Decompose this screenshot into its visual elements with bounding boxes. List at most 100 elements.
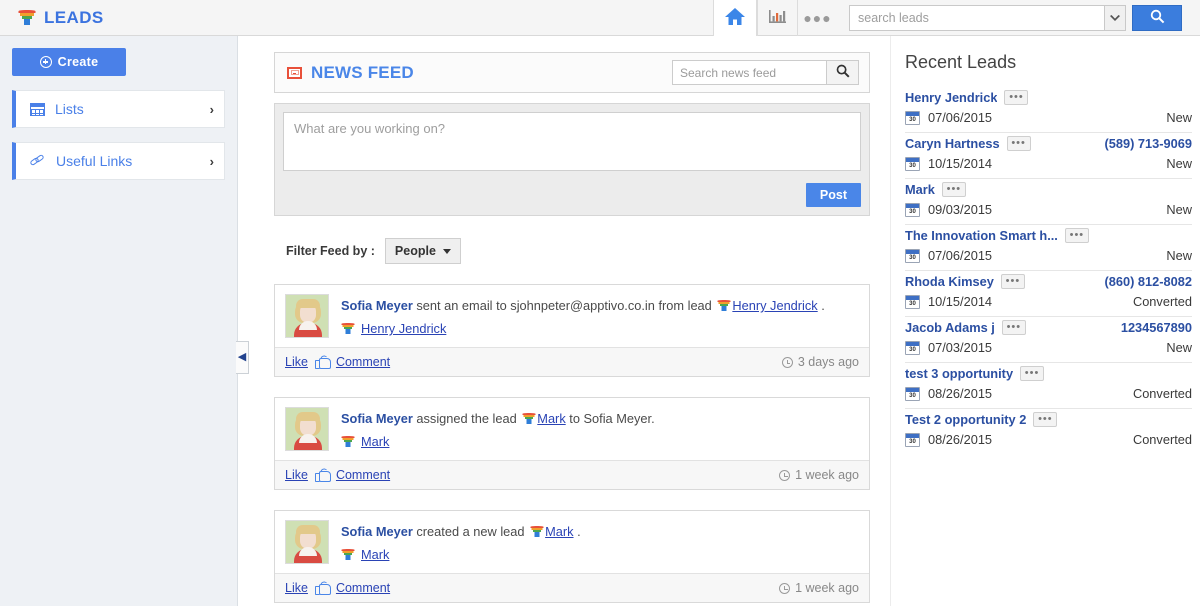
lead-row-top: Henry Jendrick ••• [905, 90, 1192, 105]
comment-button[interactable]: Comment [336, 468, 390, 482]
create-button-label: Create [58, 55, 99, 69]
thumbs-up-icon[interactable] [315, 469, 329, 482]
sidebar-item-label: Useful Links [56, 153, 132, 169]
header-actions: ●●● [713, 0, 1200, 36]
lead-name[interactable]: Caryn Hartness [905, 136, 1000, 151]
thumbs-up-icon[interactable] [315, 582, 329, 595]
news-feed-title: NEWS FEED [311, 63, 414, 83]
lead-date: 07/06/2015 [928, 110, 992, 125]
lead-name[interactable]: The Innovation Smart h... [905, 228, 1058, 243]
like-button[interactable]: Like [285, 468, 308, 482]
lead-status: Converted [1133, 432, 1192, 447]
lead-phone[interactable]: (589) 713-9069 [1104, 136, 1192, 151]
funnel-logo-icon [18, 9, 35, 26]
recent-leads-panel: Recent Leads Henry Jendrick ••• 30 07/06… [890, 36, 1200, 606]
feed-item-text: Sofia Meyer created a new lead Mark . Ma… [341, 520, 581, 564]
news-feed-search-input[interactable] [672, 60, 827, 85]
chevron-right-icon: › [210, 154, 214, 169]
lead-menu-button[interactable]: ••• [1002, 320, 1026, 335]
recent-leads-title: Recent Leads [905, 52, 1192, 73]
clock-icon [779, 470, 790, 481]
feed-actor-name[interactable]: Sofia Meyer [341, 298, 413, 313]
feed-action-text: created a new lead [413, 524, 528, 539]
lead-row-bottom: 30 10/15/2014 New [905, 156, 1192, 171]
lead-menu-button[interactable]: ••• [1033, 412, 1057, 427]
feed-item-footer: Like Comment 1 week ago [275, 460, 869, 489]
page-body: Create Lists › Useful Links › ◀ NEWS FEE… [0, 36, 1200, 606]
search-scope-dropdown[interactable] [1104, 5, 1126, 31]
feed-entity-link[interactable]: Henry Jendrick [732, 298, 817, 313]
lead-list-item: The Innovation Smart h... ••• 30 07/06/2… [905, 225, 1192, 271]
home-button[interactable] [713, 0, 757, 36]
news-feed-search-button[interactable] [827, 60, 859, 85]
feed-item-text: Sofia Meyer sent an email to sjohnpeter@… [341, 294, 825, 338]
funnel-icon [717, 299, 730, 312]
feed-item-time: 3 days ago [782, 355, 859, 369]
lead-row-top: Jacob Adams j ••• 1234567890 [905, 320, 1192, 335]
more-menu-button[interactable]: ●●● [797, 0, 837, 36]
like-button[interactable]: Like [285, 581, 308, 595]
feed-entity-link[interactable]: Mark [537, 411, 565, 426]
lead-list-item: Rhoda Kimsey ••• (860) 812-8082 30 10/15… [905, 271, 1192, 317]
lead-row-bottom: 30 09/03/2015 New [905, 202, 1192, 217]
like-button[interactable]: Like [285, 355, 308, 369]
reports-button[interactable] [757, 0, 797, 36]
lead-list-item: Mark ••• 30 09/03/2015 New [905, 179, 1192, 225]
lead-name[interactable]: Rhoda Kimsey [905, 274, 994, 289]
feed-entity-link[interactable]: Henry Jendrick [361, 319, 446, 338]
app-title: LEADS [44, 8, 104, 28]
calendar-icon: 30 [905, 249, 920, 263]
lead-name[interactable]: Test 2 opportunity 2 [905, 412, 1026, 427]
sidebar-item-useful-links[interactable]: Useful Links › [12, 142, 225, 180]
feed-action-suffix: to Sofia Meyer. [566, 411, 655, 426]
comment-button[interactable]: Comment [336, 355, 390, 369]
lead-phone[interactable]: (860) 812-8082 [1104, 274, 1192, 289]
feed-entity-link[interactable]: Mark [361, 432, 389, 451]
funnel-icon [522, 412, 535, 425]
lead-name[interactable]: Mark [905, 182, 935, 197]
sidebar-collapse-handle[interactable]: ◀ [236, 341, 249, 374]
feed-entity-link[interactable]: Mark [545, 524, 573, 539]
create-button[interactable]: Create [12, 48, 126, 76]
feed-item-footer: Like Comment 3 days ago [275, 347, 869, 376]
lead-name[interactable]: test 3 opportunity [905, 366, 1013, 381]
feed-action-suffix: . [818, 298, 825, 313]
lead-row-bottom: 30 10/15/2014 Converted [905, 294, 1192, 309]
lead-phone[interactable]: 1234567890 [1121, 320, 1192, 335]
feed-actor-name[interactable]: Sofia Meyer [341, 524, 413, 539]
lead-menu-button[interactable]: ••• [1001, 274, 1025, 289]
brand[interactable]: LEADS [0, 8, 104, 28]
lead-name[interactable]: Henry Jendrick [905, 90, 997, 105]
lead-name[interactable]: Jacob Adams j [905, 320, 995, 335]
feed-item-time: 1 week ago [779, 581, 859, 595]
comment-button[interactable]: Comment [336, 581, 390, 595]
feed-actor-name[interactable]: Sofia Meyer [341, 411, 413, 426]
post-composer-input[interactable] [283, 112, 861, 171]
search-submit-button[interactable] [1132, 5, 1182, 31]
lead-row-bottom: 30 07/06/2015 New [905, 248, 1192, 263]
lead-menu-button[interactable]: ••• [1004, 90, 1028, 105]
lead-date: 08/26/2015 [928, 386, 992, 401]
post-button[interactable]: Post [806, 183, 861, 207]
sidebar-item-lists[interactable]: Lists › [12, 90, 225, 128]
lead-date: 10/15/2014 [928, 294, 992, 309]
calendar-icon: 30 [905, 157, 920, 171]
lead-menu-button[interactable]: ••• [1007, 136, 1031, 151]
feed-entity-link[interactable]: Mark [361, 545, 389, 564]
funnel-icon [530, 525, 543, 538]
lead-menu-button[interactable]: ••• [942, 182, 966, 197]
lead-list-item: test 3 opportunity ••• 30 08/26/2015 Con… [905, 363, 1192, 409]
calendar-icon: 30 [905, 203, 920, 217]
feed-filter-dropdown[interactable]: People [385, 238, 461, 264]
feed-action-text: sent an email to sjohnpeter@apptivo.co.i… [413, 298, 716, 313]
lead-menu-button[interactable]: ••• [1020, 366, 1044, 381]
lead-status: Converted [1133, 294, 1192, 309]
search-input[interactable] [849, 5, 1104, 31]
thumbs-up-icon[interactable] [315, 356, 329, 369]
lead-row-top: test 3 opportunity ••• [905, 366, 1192, 381]
feed-item-footer: Like Comment 1 week ago [275, 573, 869, 602]
lead-row-bottom: 30 07/06/2015 New [905, 110, 1192, 125]
news-feed-header: NEWS FEED [274, 52, 870, 93]
lead-menu-button[interactable]: ••• [1065, 228, 1089, 243]
home-icon [724, 6, 746, 29]
